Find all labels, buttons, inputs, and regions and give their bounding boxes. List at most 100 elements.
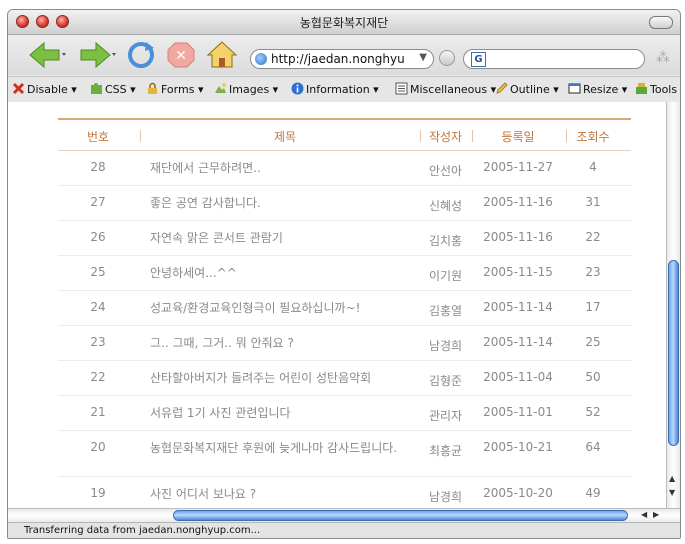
- images-menu-label: Images: [229, 83, 270, 96]
- scroll-right-arrow-icon[interactable]: ▶: [653, 510, 659, 519]
- tools-menu-label: Tools: [650, 83, 678, 96]
- row-date: 2005-11-27: [483, 160, 553, 174]
- header-number: 번호: [86, 130, 110, 144]
- row-subject-link[interactable]: 재단에서 근무하려면..: [150, 159, 420, 177]
- row-hits: 23: [585, 265, 601, 279]
- css-menu-label: CSS: [105, 83, 127, 96]
- resize-window-icon: [568, 83, 581, 94]
- row-author: 안선아: [428, 164, 463, 178]
- row-number: 19: [90, 486, 106, 500]
- css-puzzle-icon: [91, 83, 102, 94]
- disable-menu[interactable]: Disable ▾: [12, 82, 77, 96]
- back-arrow-icon[interactable]: [26, 40, 66, 70]
- stop-icon[interactable]: ✕: [166, 40, 196, 70]
- window-title: 농협문화복지재단: [299, 16, 389, 30]
- row-date: 2005-11-14: [483, 300, 553, 314]
- row-hits: 22: [585, 230, 601, 244]
- table-row[interactable]: 22 산타할아버지가 들려주는 어린이 성탄음악회 김형준 2005-11-04…: [58, 361, 631, 396]
- row-date: 2005-11-16: [483, 195, 553, 209]
- url-dropdown-icon[interactable]: ▼: [419, 52, 427, 63]
- header-divider: [566, 130, 567, 142]
- row-subject-link[interactable]: 성교육/환경교육인형극이 필요하십니까~!: [150, 299, 420, 317]
- horizontal-scroll-thumb[interactable]: [173, 510, 628, 521]
- row-subject-link[interactable]: 안녕하세여...^^: [150, 264, 420, 282]
- svg-text:✕: ✕: [175, 48, 187, 64]
- information-menu-label: Information: [306, 83, 370, 96]
- resize-menu[interactable]: Resize ▾: [568, 82, 627, 96]
- home-icon[interactable]: [206, 40, 238, 70]
- google-search-icon[interactable]: G: [471, 52, 486, 67]
- table-row[interactable]: 21 서유럽 1기 사진 관련입니다 관리자 2005-11-01 52: [58, 396, 631, 431]
- vertical-scroll-thumb[interactable]: [668, 260, 679, 446]
- images-icon: [215, 83, 226, 93]
- disable-menu-label: Disable: [27, 83, 68, 96]
- row-hits: 49: [585, 486, 601, 500]
- forms-menu-label: Forms: [161, 83, 195, 96]
- tools-menu[interactable]: Tools: [635, 82, 677, 96]
- row-subject-link[interactable]: 좋은 공연 감사합니다.: [150, 194, 420, 212]
- row-number: 24: [90, 300, 106, 314]
- table-row[interactable]: 23 그.. 그때, 그거.. 뭐 안줘요 ? 남경희 2005-11-14 2…: [58, 326, 631, 361]
- miscellaneous-list-icon: [395, 82, 408, 95]
- throbber-icon: ⁂: [656, 50, 670, 66]
- scroll-down-arrow-icon[interactable]: ▼: [669, 488, 675, 497]
- toolbar-toggle-button[interactable]: [649, 16, 673, 29]
- row-number: 21: [90, 405, 106, 419]
- row-author: 최흥균: [428, 444, 463, 458]
- row-hits: 50: [585, 370, 601, 384]
- row-author: 김형준: [428, 374, 463, 388]
- row-date: 2005-11-01: [483, 405, 553, 419]
- forward-arrow-icon[interactable]: [76, 40, 116, 70]
- vertical-scrollbar[interactable]: ▲ ▼: [666, 102, 680, 508]
- row-author: 남경희: [428, 339, 463, 353]
- scroll-up-arrow-icon[interactable]: ▲: [669, 474, 675, 483]
- table-row[interactable]: 25 안녕하세여...^^ 이기원 2005-11-15 23: [58, 256, 631, 291]
- table-row[interactable]: 26 자연속 맑은 콘서트 관람기 김치홍 2005-11-16 22: [58, 221, 631, 256]
- images-menu[interactable]: Images ▾: [214, 82, 278, 96]
- row-author: 관리자: [428, 409, 463, 423]
- row-number: 26: [90, 230, 106, 244]
- row-date: 2005-11-16: [483, 230, 553, 244]
- row-subject-link[interactable]: 자연속 맑은 콘서트 관람기: [150, 229, 420, 247]
- reload-icon[interactable]: [126, 40, 156, 70]
- header-divider: [472, 130, 473, 142]
- miscellaneous-menu[interactable]: Miscellaneous ▾: [395, 82, 496, 96]
- row-author: 남경희: [428, 490, 463, 504]
- row-subject-link[interactable]: 농협문화복지재단 후원에 늦게나마 감사드립니다.: [150, 439, 420, 457]
- css-menu[interactable]: CSS ▾: [90, 82, 136, 96]
- go-button[interactable]: [439, 50, 455, 66]
- search-field[interactable]: G: [463, 49, 645, 69]
- row-author: 이기원: [428, 269, 463, 283]
- information-menu[interactable]: Information ▾: [291, 82, 379, 96]
- horizontal-scrollbar[interactable]: ◀ ▶: [8, 508, 680, 522]
- row-date: 2005-11-04: [483, 370, 553, 384]
- forms-menu[interactable]: Forms ▾: [146, 82, 203, 96]
- row-date: 2005-10-20: [483, 486, 553, 500]
- header-author: 작성자: [428, 130, 463, 144]
- row-hits: 25: [585, 335, 601, 349]
- table-row[interactable]: 28 재단에서 근무하려면.. 안선아 2005-11-27 4: [58, 151, 631, 186]
- table-row[interactable]: 20 농협문화복지재단 후원에 늦게나마 감사드립니다. 최흥균 2005-10…: [58, 431, 631, 477]
- row-author: 김홍열: [428, 304, 463, 318]
- row-subject-link[interactable]: 서유럽 1기 사진 관련입니다: [150, 404, 420, 422]
- outline-menu-label: Outline: [510, 83, 550, 96]
- row-number: 22: [90, 370, 106, 384]
- scroll-left-arrow-icon[interactable]: ◀: [641, 510, 647, 519]
- row-subject-link[interactable]: 산타할아버지가 들려주는 어린이 성탄음악회: [150, 369, 420, 387]
- url-text: http://jaedan.nonghyu: [271, 52, 405, 66]
- row-subject-link[interactable]: 사진 어디서 보나요 ?: [150, 485, 420, 503]
- site-globe-icon: [255, 53, 267, 65]
- url-field[interactable]: http://jaedan.nonghyu ▼: [250, 49, 434, 69]
- row-hits: 64: [585, 440, 601, 454]
- table-row[interactable]: 24 성교육/환경교육인형극이 필요하십니까~! 김홍열 2005-11-14 …: [58, 291, 631, 326]
- outline-menu[interactable]: Outline ▾: [495, 82, 559, 96]
- row-author: 김치홍: [428, 234, 463, 248]
- header-divider: [140, 130, 141, 142]
- table-row[interactable]: 19 사진 어디서 보나요 ? 남경희 2005-10-20 49: [58, 477, 631, 508]
- row-number: 23: [90, 335, 106, 349]
- row-subject-link[interactable]: 그.. 그때, 그거.. 뭐 안줘요 ?: [150, 334, 420, 352]
- table-row[interactable]: 27 좋은 공연 감사합니다. 신혜성 2005-11-16 31: [58, 186, 631, 221]
- status-text: Transferring data from jaedan.nonghyup.c…: [24, 525, 261, 536]
- row-date: 2005-11-14: [483, 335, 553, 349]
- row-hits: 31: [585, 195, 601, 209]
